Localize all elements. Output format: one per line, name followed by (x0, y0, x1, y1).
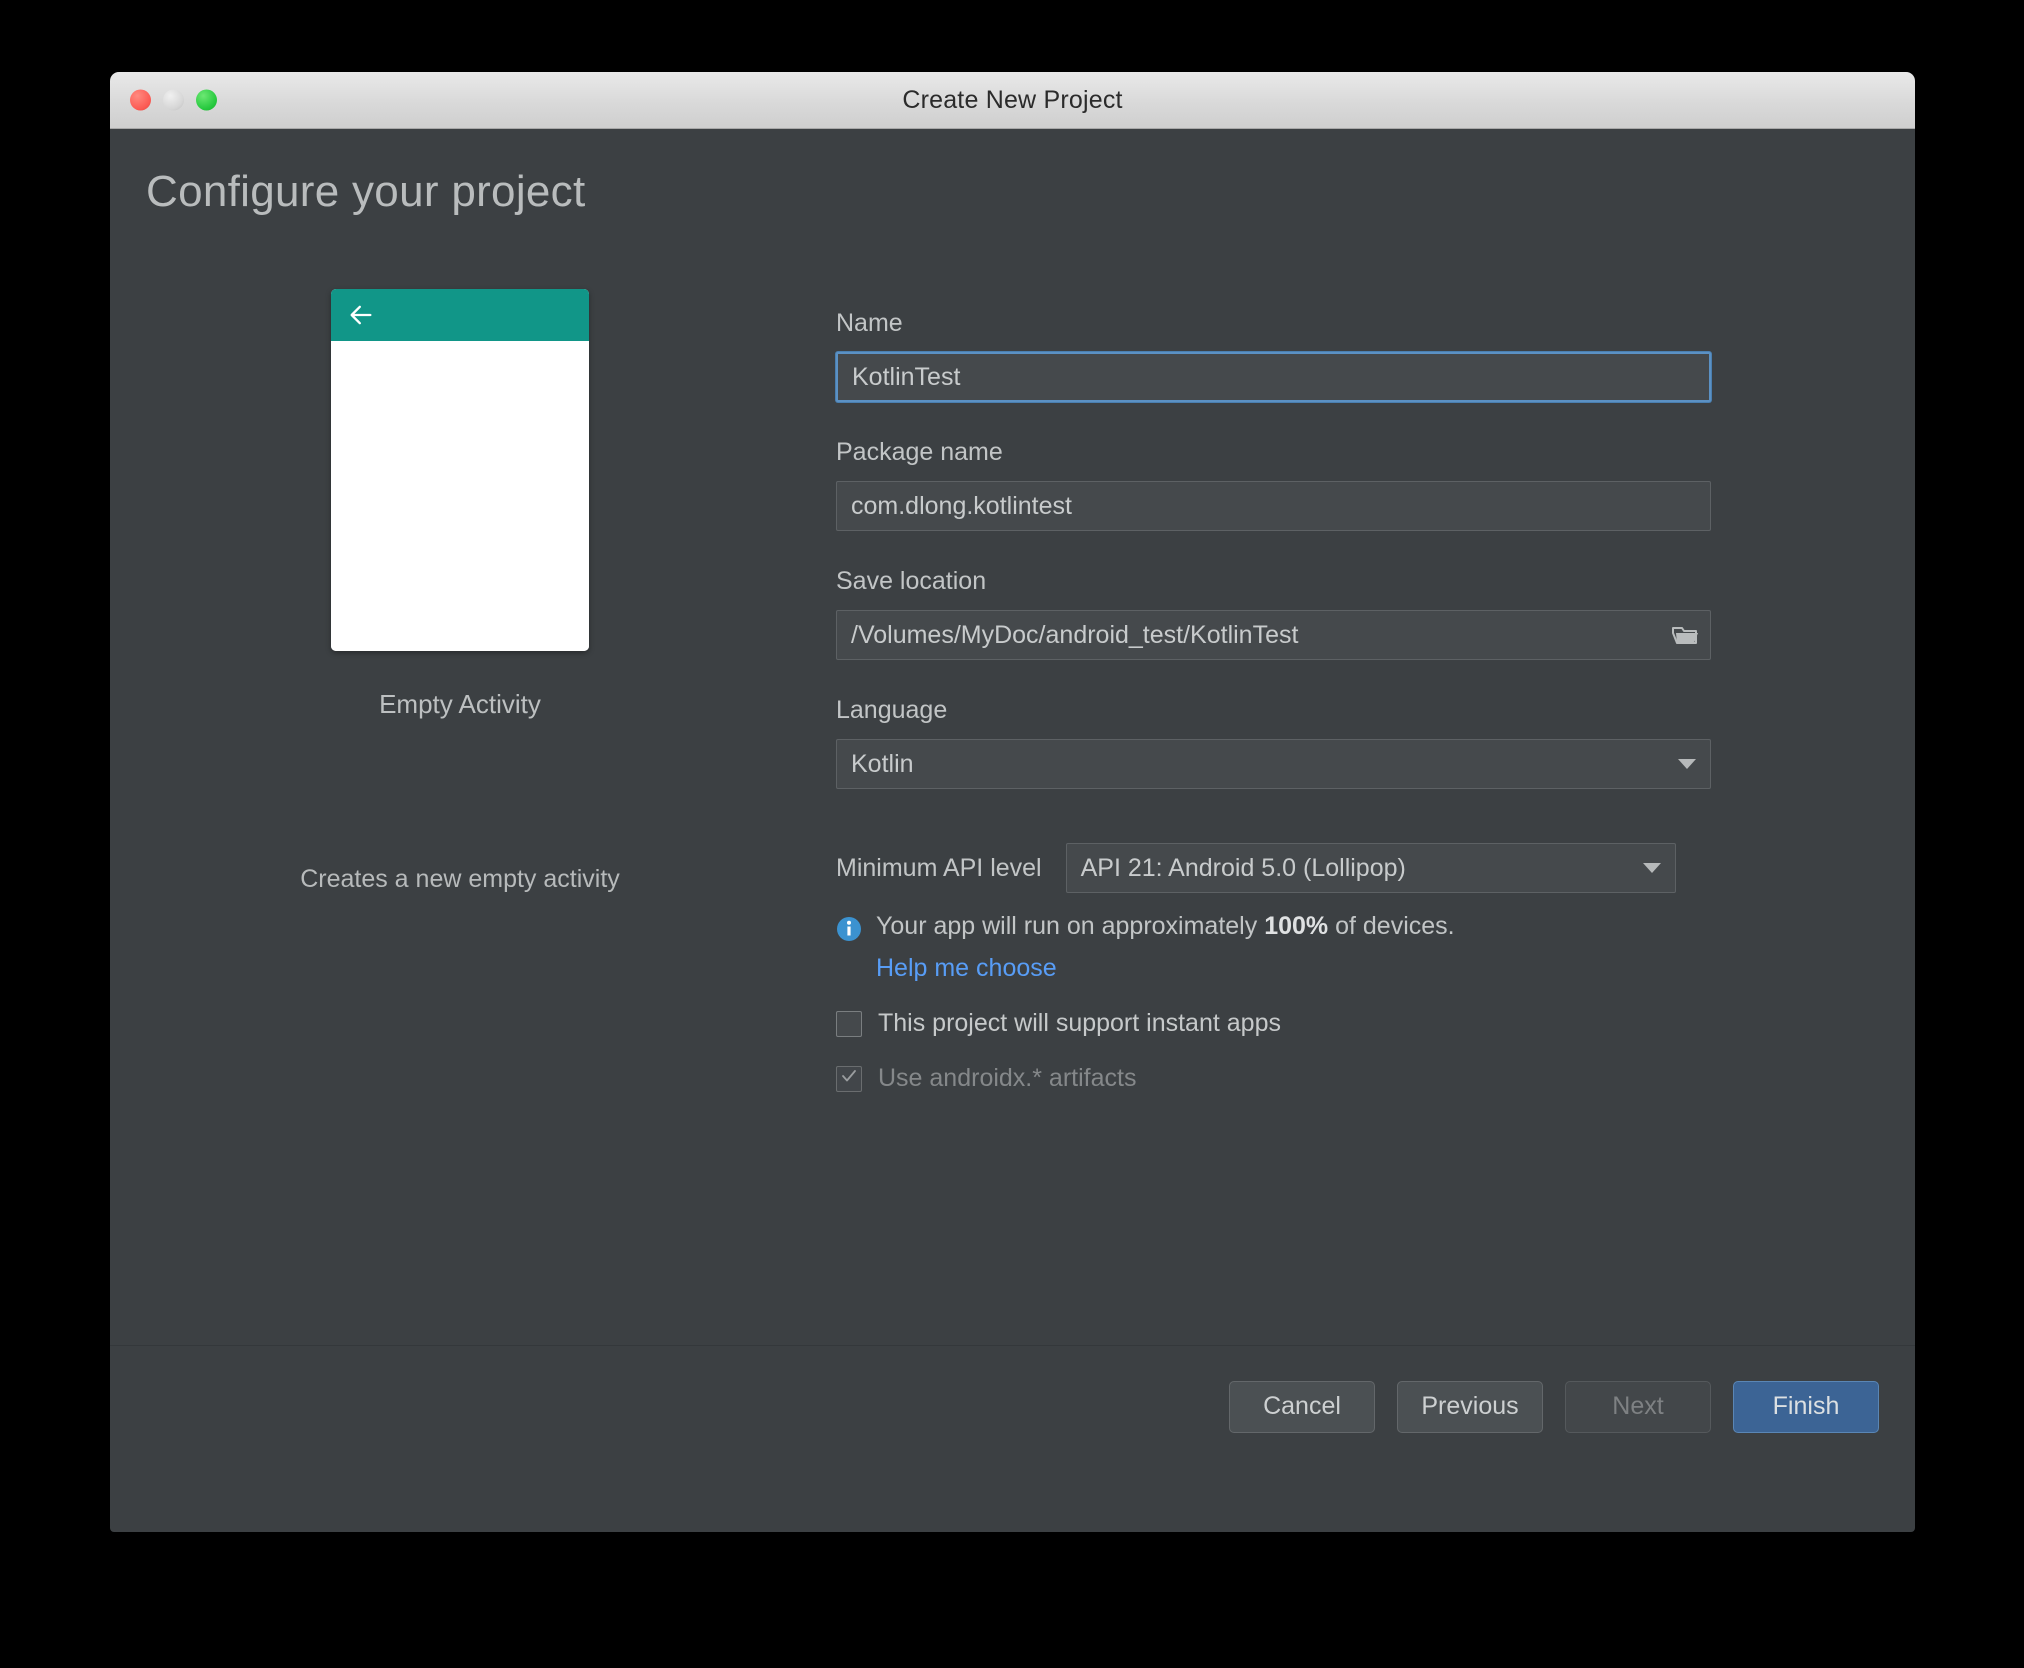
cancel-button[interactable]: Cancel (1229, 1380, 1375, 1433)
package-name-label: Package name (836, 438, 1003, 466)
chevron-down-icon (1678, 759, 1696, 769)
finish-button[interactable]: Finish (1733, 1380, 1879, 1433)
language-field-group: Language Kotlin (836, 696, 1736, 789)
coverage-percent: 100% (1264, 912, 1329, 940)
page-title: Configure your project (146, 167, 586, 216)
close-window-icon[interactable] (130, 89, 151, 111)
traffic-light-group (130, 89, 217, 111)
previous-button[interactable]: Previous (1397, 1380, 1543, 1433)
activity-preview-thumbnail[interactable] (331, 289, 589, 651)
instant-apps-label: This project will support instant apps (878, 1009, 1281, 1038)
activity-preview-panel: Empty Activity Creates a new empty activ… (110, 289, 810, 894)
dialog-footer: Cancel Previous Next Finish (110, 1345, 1915, 1467)
preview-content-area (331, 341, 589, 651)
coverage-text-before: Your app will run on approximately (876, 912, 1265, 940)
min-api-selected-value: API 21: Android 5.0 (Lollipop) (1080, 854, 1406, 882)
window-title: Create New Project (902, 85, 1123, 114)
save-location-label: Save location (836, 567, 987, 595)
chevron-down-icon (1642, 863, 1661, 873)
androidx-label: Use androidx.* artifacts (878, 1064, 1137, 1093)
create-new-project-window: Create New Project Configure your projec… (110, 72, 1915, 1532)
language-label: Language (836, 696, 948, 724)
activity-template-description: Creates a new empty activity (300, 865, 620, 893)
activity-template-name: Empty Activity (379, 689, 541, 719)
browse-folder-button[interactable] (1671, 623, 1699, 647)
name-field-group: Name (836, 309, 1736, 402)
screen: Create New Project Configure your projec… (0, 0, 2024, 1668)
device-coverage-info: Your app will run on approximately 100% … (836, 911, 1736, 942)
min-api-label: Minimum API level (836, 853, 1042, 882)
language-selected-value: Kotlin (851, 750, 914, 778)
min-api-select[interactable]: API 21: Android 5.0 (Lollipop) (1065, 843, 1676, 893)
project-config-form: Name Package name Save location (836, 309, 1736, 1093)
name-input[interactable] (836, 352, 1711, 402)
next-button: Next (1565, 1380, 1711, 1433)
androidx-checkbox-row: Use androidx.* artifacts (836, 1064, 1736, 1093)
device-coverage-text: Your app will run on approximately 100% … (876, 911, 1455, 942)
package-name-field-group: Package name (836, 438, 1736, 531)
instant-apps-checkbox[interactable] (836, 1010, 862, 1037)
window-titlebar: Create New Project (110, 72, 1915, 129)
back-arrow-icon (350, 305, 372, 325)
instant-apps-checkbox-row[interactable]: This project will support instant apps (836, 1009, 1736, 1038)
help-me-choose-link[interactable]: Help me choose (876, 954, 1057, 983)
coverage-text-after: of devices. (1328, 912, 1455, 940)
name-label: Name (836, 309, 903, 337)
save-location-input[interactable] (836, 610, 1711, 660)
package-name-input[interactable] (836, 481, 1711, 531)
checkmark-icon (842, 1069, 856, 1082)
info-icon (837, 917, 861, 941)
minimize-window-icon[interactable] (163, 89, 184, 111)
save-location-field-group: Save location (836, 567, 1736, 660)
androidx-checkbox (836, 1065, 862, 1092)
preview-appbar (331, 289, 589, 341)
min-api-row: Minimum API level API 21: Android 5.0 (L… (836, 843, 1736, 893)
zoom-window-icon[interactable] (196, 89, 217, 111)
dialog-body: Configure your project Empty Activity Cr… (110, 129, 1915, 1467)
folder-icon (1672, 627, 1698, 644)
save-location-input-wrapper (836, 610, 1711, 660)
language-select[interactable]: Kotlin (836, 739, 1711, 789)
